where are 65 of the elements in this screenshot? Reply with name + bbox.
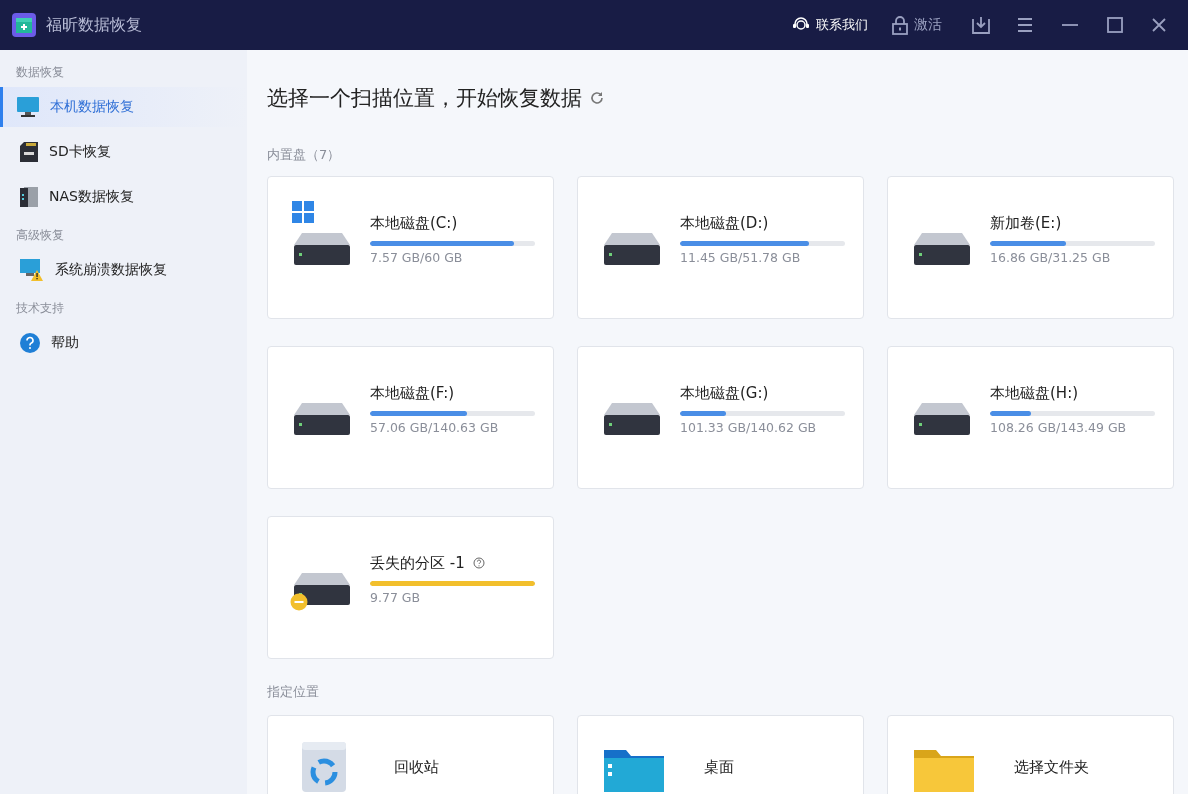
drive-name: 丢失的分区 -1 <box>370 553 465 573</box>
folder-icon <box>914 748 974 792</box>
maximize-icon[interactable] <box>1106 16 1124 34</box>
drive-size: 108.26 GB/143.49 GB <box>990 420 1128 435</box>
lock-icon <box>892 15 908 35</box>
drive-size: 57.06 GB/140.63 GB <box>370 420 500 435</box>
activate-button[interactable]: 激活 <box>880 15 954 35</box>
drive-card[interactable]: 本地磁盘(C:) 7.57 GB/60 GB <box>267 176 554 319</box>
location-card[interactable]: 桌面 <box>577 715 864 794</box>
drive-card[interactable]: 本地磁盘(H:) 108.26 GB/143.49 GB <box>887 346 1174 489</box>
drive-name: 本地磁盘(H:) <box>990 383 1079 403</box>
minus-badge-icon <box>290 593 308 611</box>
monitor-warning-icon <box>19 258 45 282</box>
drive-size: 101.33 GB/140.62 GB <box>680 420 818 435</box>
drive-name: 本地磁盘(F:) <box>370 383 455 403</box>
help-icon <box>19 332 41 354</box>
hard-drive-icon <box>294 233 350 265</box>
page-title: 选择一个扫描位置，开始恢复数据 <box>267 85 582 112</box>
drive-card[interactable]: 本地磁盘(F:) 57.06 GB/140.63 GB <box>267 346 554 489</box>
app-logo-icon <box>12 13 36 37</box>
sidebar-item[interactable]: 系统崩溃数据恢复 <box>0 250 247 290</box>
drive-card[interactable]: 本地磁盘(D:) 11.45 GB/51.78 GB <box>577 176 864 319</box>
sidebar-item[interactable]: NAS数据恢复 <box>0 177 247 217</box>
hard-drive-icon <box>914 233 970 265</box>
folder-icon <box>604 748 664 792</box>
drive-size: 11.45 GB/51.78 GB <box>680 250 802 265</box>
menu-icon[interactable] <box>1016 17 1034 33</box>
help-icon[interactable] <box>472 557 485 569</box>
drive-card[interactable]: 丢失的分区 -1 9.77 GB <box>267 516 554 659</box>
sidebar-item[interactable]: 帮助 <box>0 323 247 363</box>
drive-card[interactable]: 本地磁盘(G:) 101.33 GB/140.62 GB <box>577 346 864 489</box>
location-label: 桌面 <box>704 758 734 777</box>
drive-name: 本地磁盘(C:) <box>370 213 458 233</box>
location-label: 回收站 <box>394 758 439 777</box>
sidebar-heading: 数据恢复 <box>15 64 65 81</box>
location-label: 选择文件夹 <box>1014 758 1089 777</box>
monitor-icon <box>16 96 40 118</box>
headset-icon <box>792 17 810 33</box>
hard-drive-icon <box>604 403 660 435</box>
sidebar-heading: 技术支持 <box>15 300 65 317</box>
download-icon[interactable] <box>972 16 990 34</box>
drive-size: 7.57 GB/60 GB <box>370 250 464 265</box>
section-heading: 内置盘（7） <box>267 146 342 164</box>
drive-name: 本地磁盘(G:) <box>680 383 769 403</box>
sd-card-icon <box>19 141 39 163</box>
close-icon[interactable] <box>1150 16 1168 34</box>
nas-server-icon <box>19 186 39 208</box>
hard-drive-icon <box>294 573 350 605</box>
hard-drive-icon <box>604 233 660 265</box>
sidebar-item[interactable]: SD卡恢复 <box>0 132 247 172</box>
section-heading: 指定位置 <box>267 683 320 701</box>
refresh-icon[interactable] <box>590 91 604 105</box>
drive-name: 本地磁盘(D:) <box>680 213 769 233</box>
contact-us-button[interactable]: 联系我们 <box>780 15 880 35</box>
drive-size: 9.77 GB <box>370 590 422 605</box>
drive-size: 16.86 GB/31.25 GB <box>990 250 1112 265</box>
window-title: 福昕数据恢复 <box>46 14 142 36</box>
location-card[interactable]: 选择文件夹 <box>887 715 1174 794</box>
drive-card[interactable]: 新加卷(E:) 16.86 GB/31.25 GB <box>887 176 1174 319</box>
drive-name: 新加卷(E:) <box>990 213 1062 233</box>
hard-drive-icon <box>294 403 350 435</box>
location-card[interactable]: 回收站 <box>267 715 554 794</box>
windows-logo-icon <box>292 201 314 223</box>
hard-drive-icon <box>914 403 970 435</box>
sidebar-heading: 高级恢复 <box>15 227 65 244</box>
